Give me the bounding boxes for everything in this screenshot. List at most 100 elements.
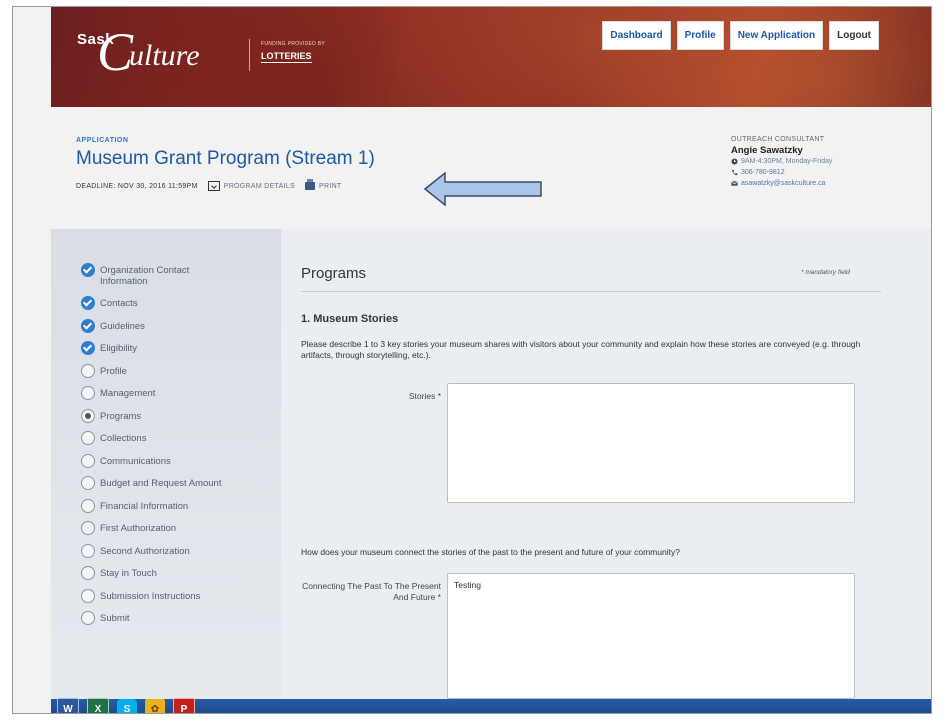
- sidebar-step-label: Budget and Request Amount: [100, 478, 222, 489]
- sidebar-step[interactable]: Profile: [81, 363, 221, 387]
- stories-textarea[interactable]: [447, 383, 855, 503]
- radio-empty-icon: [81, 453, 95, 468]
- sidebar-step[interactable]: First Authorization: [81, 521, 221, 544]
- radio-empty-icon: [81, 498, 95, 513]
- sidebar-step-label: Submission Instructions: [100, 590, 201, 602]
- program-details-icon: [207, 181, 220, 191]
- lotteries-logo: LOTTERIES: [261, 51, 312, 63]
- consultant-email-text: asawatzky@saskculture.ca: [741, 180, 826, 187]
- word-taskbar-icon[interactable]: W: [57, 698, 79, 713]
- sidebar-step[interactable]: Submit: [81, 611, 221, 634]
- annotation-arrow-icon: [423, 171, 545, 212]
- sidebar-step-label: Collections: [100, 433, 147, 444]
- sidebar-step-label: First Authorization: [100, 523, 177, 534]
- radio-empty-icon: [81, 588, 95, 603]
- consultant-name: Angie Sawatzky: [731, 145, 803, 156]
- check-circle-icon: [81, 296, 95, 310]
- sidebar-step[interactable]: Contacts: [81, 296, 221, 319]
- consultant-label: OUTREACH CONSULTANT: [731, 136, 825, 143]
- sidebar-step-label: Financial Information: [100, 500, 189, 512]
- email-icon: [731, 181, 738, 186]
- application-meta: DEADLINE: NOV 30, 2016 11:59PM PROGRAM D…: [76, 179, 342, 191]
- clock-icon: [731, 158, 738, 165]
- radio-empty-icon: [81, 566, 95, 580]
- sidebar-step[interactable]: Management: [81, 386, 221, 409]
- new-application-button[interactable]: New Application: [729, 21, 824, 50]
- deadline-text: DEADLINE: NOV 30, 2016 11:59PM: [76, 182, 198, 190]
- logo-divider: [249, 39, 250, 71]
- sidebar-step[interactable]: Budget and Request Amount: [81, 476, 221, 499]
- sidebar-step-label: Management: [100, 388, 156, 399]
- sidebar-step-label: Guidelines: [100, 320, 145, 332]
- connecting-textarea[interactable]: [447, 573, 855, 699]
- sidebar-step-label: Profile: [100, 365, 127, 377]
- logo-c-letter: C: [97, 22, 134, 82]
- sidebar-step[interactable]: Eligibility: [81, 341, 221, 364]
- sidebar-step-label: Programs: [100, 410, 142, 422]
- radio-empty-icon: [81, 363, 95, 378]
- connecting-label: Connecting The Past To The Present And F…: [302, 581, 441, 602]
- dashboard-button[interactable]: Dashboard: [602, 21, 671, 50]
- consultant-hours: 9AM-4:30PM, Monday-Friday: [731, 156, 832, 167]
- sidebar-step-label: Communications: [100, 455, 171, 467]
- sidebar-step[interactable]: Collections: [81, 431, 221, 454]
- page-title: Museum Grant Program (Stream 1): [76, 148, 375, 169]
- section-title: Programs: [301, 265, 367, 282]
- logout-button[interactable]: Logout: [829, 21, 879, 50]
- sidebar-step[interactable]: Second Authorization: [81, 543, 221, 567]
- sidebar-step[interactable]: Programs: [81, 408, 221, 432]
- sidebar-step-label: Eligibility: [100, 343, 137, 354]
- program-details-label: PROGRAM DETAILS: [223, 182, 295, 190]
- excel-taskbar-icon[interactable]: X: [87, 698, 109, 713]
- past-present-question: How does your museum connect the stories…: [301, 547, 680, 557]
- program-details-link[interactable]: PROGRAM DETAILS: [207, 181, 295, 191]
- sidebar-step-label: Contacts: [100, 298, 138, 309]
- sidebar-step[interactable]: Organization Contact Information: [81, 263, 221, 296]
- sidebar-step[interactable]: Submission Instructions: [81, 588, 221, 612]
- radio-empty-icon: [81, 431, 95, 445]
- skype-taskbar-icon[interactable]: S: [117, 699, 137, 713]
- consultant-phone[interactable]: 306-780-9812: [731, 167, 832, 178]
- check-circle-icon: [81, 263, 95, 277]
- screenshot-frame: Sask C ulture FUNDING PROVIDED BY LOTTER…: [12, 6, 932, 714]
- sidebar-step-label: Stay in Touch: [100, 568, 157, 579]
- stories-question: Please describe 1 to 3 key stories your …: [301, 339, 861, 360]
- radio-empty-icon: [81, 386, 95, 400]
- sidebar-step[interactable]: Communications: [81, 453, 221, 477]
- steps-sidebar: Organization Contact Information Contacts…: [81, 263, 221, 634]
- stories-label: Stories *: [408, 391, 441, 401]
- check-circle-icon: [81, 318, 95, 333]
- taskbar: W X S ✿ P: [51, 698, 931, 713]
- consultant-phone-text: 306-780-9812: [741, 169, 785, 176]
- radio-empty-icon: [81, 611, 95, 625]
- site-header: Sask C ulture FUNDING PROVIDED BY LOTTER…: [51, 7, 931, 107]
- print-link[interactable]: PRINT: [305, 179, 342, 190]
- sidebar-step[interactable]: Financial Information: [81, 498, 221, 522]
- mandatory-note: * mandatory field: [801, 269, 850, 276]
- radio-empty-icon: [81, 521, 95, 535]
- profile-button[interactable]: Profile: [676, 21, 724, 50]
- phone-icon: [731, 169, 738, 176]
- title-divider: [301, 291, 881, 292]
- museum-stories-heading: 1. Museum Stories: [301, 313, 399, 325]
- sidebar-step[interactable]: Stay in Touch: [81, 566, 221, 589]
- pdf-taskbar-icon[interactable]: P: [173, 698, 195, 713]
- logo-culture-text: ulture: [129, 39, 200, 72]
- check-circle-icon: [81, 341, 95, 355]
- content-panel: Organization Contact Information Contacts…: [51, 229, 931, 699]
- printer-icon: [305, 179, 315, 190]
- consultant-card: OUTREACH CONSULTANT Angie Sawatzky 9AM-4…: [731, 134, 832, 189]
- app-taskbar-icon[interactable]: ✿: [145, 699, 165, 713]
- radio-empty-icon: [81, 476, 95, 490]
- sidebar-step-label: Second Authorization: [100, 545, 190, 557]
- consultant-email[interactable]: asawatzky@saskculture.ca: [731, 178, 832, 189]
- sidebar-step-label: Organization Contact Information: [100, 265, 190, 287]
- logo-funding-text: FUNDING PROVIDED BY: [261, 41, 326, 47]
- consultant-hours-text: 9AM-4:30PM, Monday-Friday: [741, 158, 833, 165]
- radio-empty-icon: [81, 543, 95, 558]
- sidebar-step-label: Submit: [100, 613, 130, 624]
- radio-selected-icon: [81, 408, 95, 423]
- sidebar-step[interactable]: Guidelines: [81, 318, 221, 342]
- top-nav: Dashboard Profile New Application Logout: [602, 21, 879, 50]
- print-label: PRINT: [319, 182, 342, 190]
